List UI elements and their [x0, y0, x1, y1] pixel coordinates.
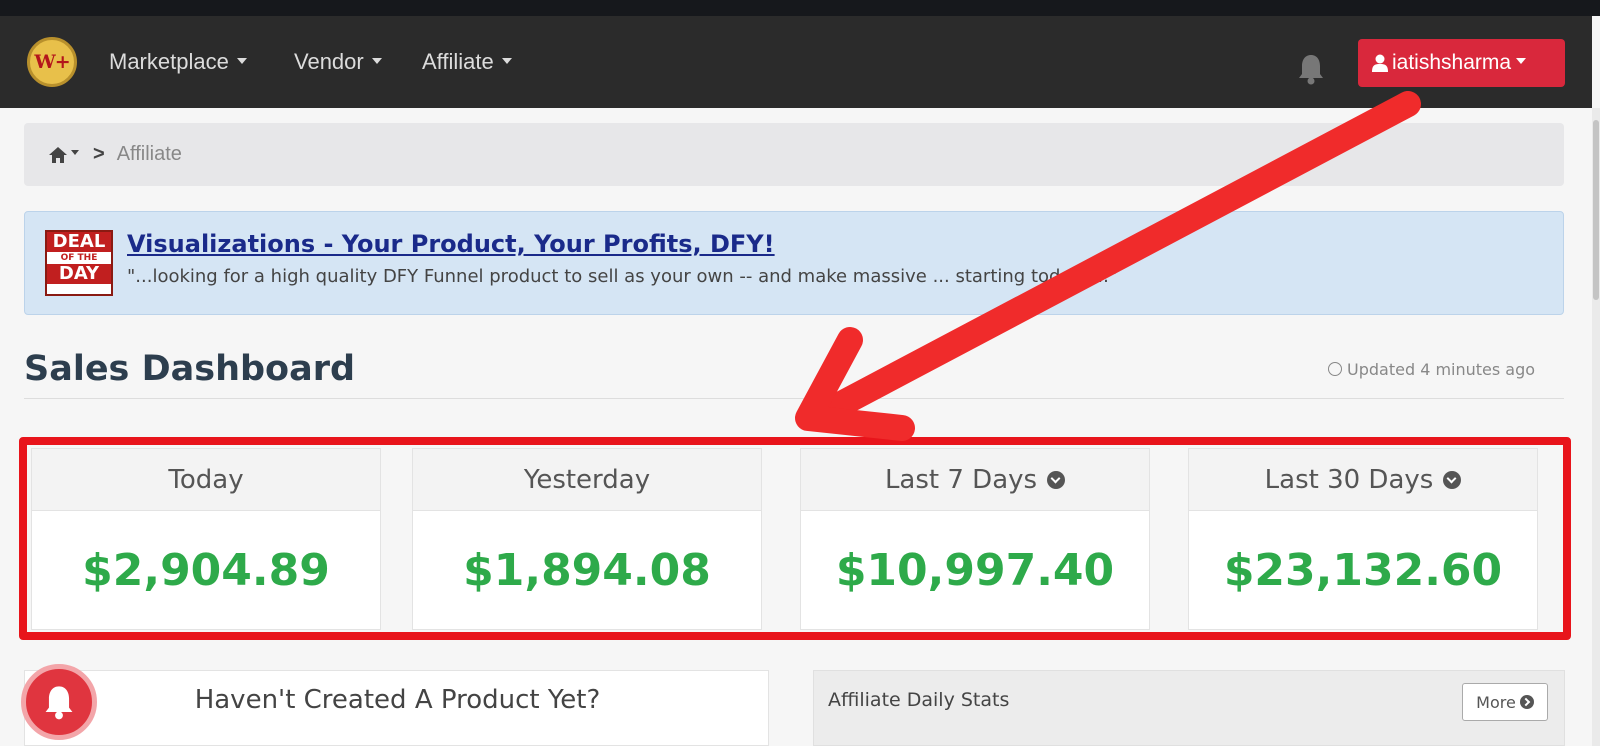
deal-title-link[interactable]: Visualizations - Your Product, Your Prof… — [127, 230, 775, 258]
scrollbar-thumb[interactable] — [1593, 120, 1599, 300]
caret-down-icon — [371, 58, 382, 65]
updated-status: Updated 4 minutes ago — [1328, 360, 1535, 379]
stat-label-dropdown[interactable]: Last 7 Days — [801, 449, 1149, 511]
nav-marketplace[interactable]: Marketplace — [109, 49, 247, 75]
breadcrumb-current: Affiliate — [116, 143, 182, 165]
bell-icon[interactable] — [1297, 52, 1325, 86]
caret-down-icon — [501, 58, 512, 65]
notification-bell-icon — [45, 686, 73, 720]
clock-icon — [1328, 362, 1342, 376]
stat-label: Yesterday — [413, 449, 761, 511]
page-title: Sales Dashboard — [24, 349, 356, 389]
breadcrumb-separator: > — [93, 143, 105, 165]
chevron-circle-down-icon[interactable] — [1443, 470, 1462, 489]
create-product-panel: Haven't Created A Product Yet? — [24, 670, 769, 746]
breadcrumb: > Affiliate — [24, 123, 1564, 186]
user-menu-button[interactable]: iatishsharma — [1358, 39, 1565, 87]
stat-label-dropdown[interactable]: Last 30 Days — [1189, 449, 1537, 511]
window-top-strip — [0, 0, 1600, 16]
stat-value: $10,997.40 — [835, 544, 1115, 596]
stat-today: Today $2,904.89 — [31, 448, 381, 630]
panel-title: Affiliate Daily Stats — [828, 689, 1010, 711]
user-icon — [1372, 54, 1388, 72]
chevron-circle-down-icon[interactable] — [1047, 470, 1066, 489]
deal-description: "...looking for a high quality DFY Funne… — [127, 266, 1118, 287]
home-icon[interactable] — [48, 146, 68, 164]
caret-down-icon[interactable] — [71, 150, 79, 155]
panel-title: Haven't Created A Product Yet? — [194, 685, 601, 715]
caret-down-icon — [1516, 58, 1527, 64]
nav-affiliate[interactable]: Affiliate — [422, 49, 512, 75]
affiliate-daily-stats-panel: Affiliate Daily Stats More — [813, 670, 1565, 746]
stat-value: $2,904.89 — [82, 544, 330, 596]
chevron-circle-right-icon — [1519, 695, 1534, 709]
notification-bell-button[interactable] — [21, 664, 97, 740]
site-logo[interactable]: W+ — [27, 37, 77, 87]
user-name: iatishsharma — [1392, 51, 1512, 74]
caret-down-icon — [236, 58, 247, 65]
stat-last-30-days: Last 30 Days $23,132.60 — [1188, 448, 1538, 630]
logo-text: W+ — [34, 51, 70, 73]
deal-of-the-day-banner: DEAL OF THE DAY Visualizations - Your Pr… — [24, 211, 1564, 315]
stat-yesterday: Yesterday $1,894.08 — [412, 448, 762, 630]
stat-label: Today — [32, 449, 380, 511]
nav-vendor[interactable]: Vendor — [294, 49, 382, 75]
stat-value: $23,132.60 — [1223, 544, 1503, 596]
divider — [24, 398, 1564, 399]
navbar: W+ Marketplace Vendor Affiliate iatishsh… — [0, 16, 1592, 108]
deal-badge: DEAL OF THE DAY — [45, 230, 113, 296]
stat-value: $1,894.08 — [463, 544, 711, 596]
more-button[interactable]: More — [1462, 683, 1548, 721]
stat-last-7-days: Last 7 Days $10,997.40 — [800, 448, 1150, 630]
